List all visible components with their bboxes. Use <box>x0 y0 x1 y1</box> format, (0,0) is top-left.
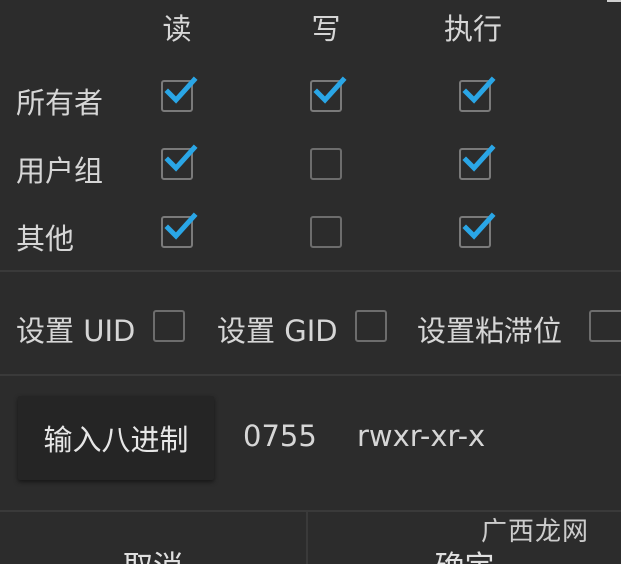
octal-value: 0755 <box>243 419 317 453</box>
setuid-label: 设置 UID <box>16 314 136 348</box>
column-header-write: 写 <box>311 12 341 46</box>
cancel-button[interactable]: 取消 <box>0 512 306 564</box>
setuid-checkbox[interactable] <box>153 310 185 342</box>
checkmark-icon <box>164 212 198 240</box>
column-header-read: 读 <box>162 12 192 46</box>
row-label-others: 其他 <box>16 222 75 256</box>
owner-execute-checkbox[interactable] <box>459 76 496 112</box>
owner-read-checkbox[interactable] <box>161 76 198 112</box>
ok-button-label: 确定 <box>435 550 495 564</box>
group-execute-checkbox[interactable] <box>459 144 496 180</box>
owner-write-checkbox[interactable] <box>310 76 347 112</box>
top-edge-line <box>607 0 621 2</box>
divider <box>0 270 621 272</box>
setgid-checkbox[interactable] <box>355 310 387 342</box>
divider <box>0 374 621 376</box>
sticky-checkbox[interactable] <box>589 310 621 342</box>
group-read-checkbox[interactable] <box>161 144 198 180</box>
group-write-checkbox[interactable] <box>310 148 342 180</box>
column-header-execute: 执行 <box>443 12 503 46</box>
setgid-label: 设置 GID <box>217 314 338 348</box>
others-write-checkbox[interactable] <box>310 216 342 248</box>
checkmark-icon <box>462 144 496 172</box>
sticky-label: 设置粘滞位 <box>417 314 563 348</box>
others-execute-checkbox[interactable] <box>459 212 496 248</box>
others-read-checkbox[interactable] <box>161 212 198 248</box>
row-label-group: 用户组 <box>16 154 104 188</box>
checkmark-icon <box>164 144 198 172</box>
checkmark-icon <box>462 212 496 240</box>
symbolic-permissions: rwxr-xr-x <box>357 419 486 453</box>
checkmark-icon <box>462 76 496 104</box>
checkmark-icon <box>313 76 347 104</box>
permissions-dialog: 读 写 执行 所有者 用户组 其他 设置 UID 设置 GID 设置粘滞位 输入… <box>0 0 621 564</box>
cancel-button-label: 取消 <box>123 550 183 564</box>
enter-octal-button[interactable]: 输入八进制 <box>18 396 214 480</box>
watermark: 广西龙网 <box>480 517 589 547</box>
checkmark-icon <box>164 76 198 104</box>
row-label-owner: 所有者 <box>16 86 104 120</box>
